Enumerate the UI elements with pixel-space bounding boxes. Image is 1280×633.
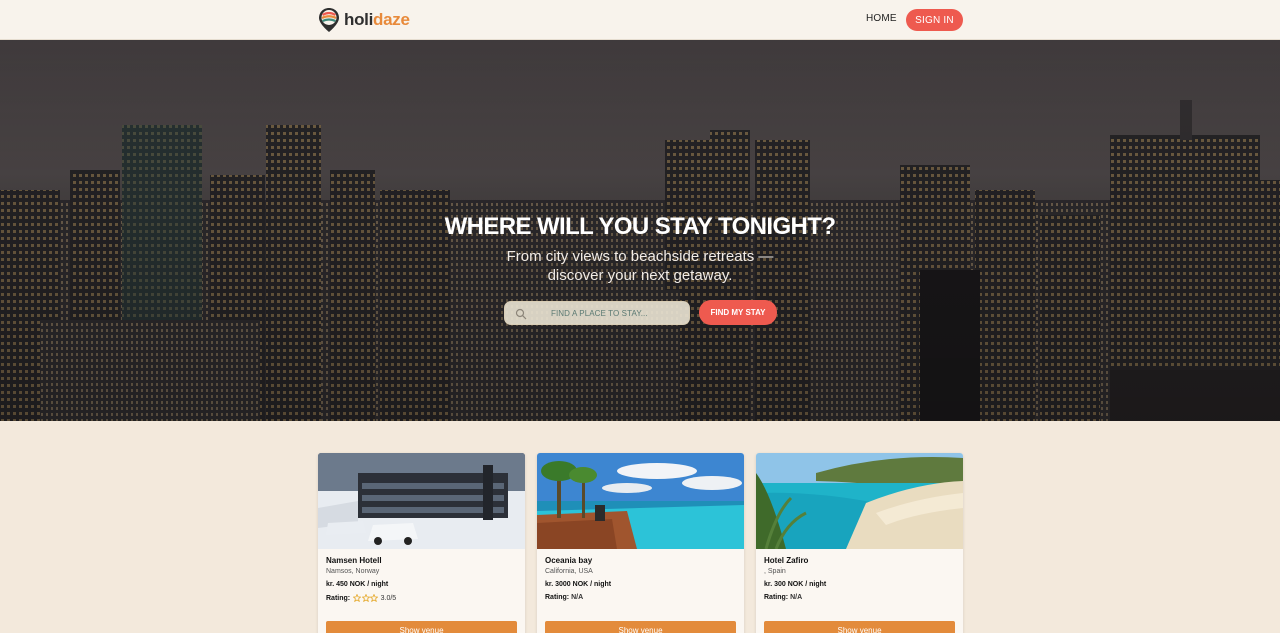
venue-location: Namsos, Norway bbox=[326, 568, 380, 575]
venue-image-oceania bbox=[537, 453, 744, 549]
find-my-stay-button[interactable]: FIND MY STAY bbox=[699, 300, 777, 325]
show-venue-button[interactable]: Show venue bbox=[545, 621, 736, 633]
logo[interactable]: holidaze bbox=[318, 7, 410, 33]
search-input[interactable] bbox=[505, 302, 689, 324]
logo-pin-icon bbox=[319, 8, 339, 32]
search-bar bbox=[504, 301, 690, 325]
hero-title: WHERE WILL YOU STAY TONIGHT? bbox=[444, 213, 836, 240]
venue-image-namsen bbox=[318, 453, 525, 549]
show-venue-button[interactable]: Show venue bbox=[326, 621, 517, 633]
venue-name: Oceania bay bbox=[545, 556, 593, 565]
site-header: holidaze HOME SIGN IN bbox=[0, 0, 1280, 40]
venue-location: California, USA bbox=[545, 568, 593, 575]
show-venue-button[interactable]: Show venue bbox=[764, 621, 955, 633]
venue-card[interactable]: Hotel Zafiro , Spain kr. 300 NOK / night… bbox=[756, 453, 963, 633]
venue-list: Namsen Hotell Namsos, Norway kr. 450 NOK… bbox=[318, 453, 963, 633]
hero-subtitle-line-1: From city views to beachside retreats — bbox=[506, 248, 774, 265]
hero-section: WHERE WILL YOU STAY TONIGHT? From city v… bbox=[0, 40, 1280, 421]
venue-price: kr. 300 NOK / night bbox=[764, 581, 827, 588]
venue-rating: Rating: N/A bbox=[764, 594, 955, 601]
nav-home-link[interactable]: HOME bbox=[866, 13, 897, 24]
star-icon bbox=[370, 594, 379, 602]
venue-image-zafiro bbox=[756, 453, 963, 549]
venue-rating: Rating: N/A bbox=[545, 594, 736, 601]
rating-label: Rating: bbox=[326, 594, 351, 602]
venue-name: Namsen Hotell bbox=[326, 556, 382, 565]
venue-card[interactable]: Namsen Hotell Namsos, Norway kr. 450 NOK… bbox=[318, 453, 525, 633]
search-icon bbox=[515, 308, 527, 320]
rating-value: N/A bbox=[571, 594, 584, 601]
rating-label: Rating: bbox=[764, 594, 789, 601]
rating-value: 3.0/5 bbox=[380, 594, 397, 602]
star-icon bbox=[361, 594, 370, 602]
rating-stars bbox=[353, 594, 379, 602]
rating-value: N/A bbox=[790, 594, 803, 601]
venue-price: kr. 3000 NOK / night bbox=[545, 581, 612, 588]
venue-card[interactable]: Oceania bay California, USA kr. 3000 NOK… bbox=[537, 453, 744, 633]
venue-rating: Rating: 3.0/5 bbox=[326, 594, 517, 602]
star-icon bbox=[353, 594, 362, 602]
hero-subtitle-line-2: discover your next getaway. bbox=[547, 267, 733, 284]
venue-name: Hotel Zafiro bbox=[764, 556, 809, 565]
venue-location: , Spain bbox=[764, 568, 786, 575]
hero-subtitle: From city views to beachside retreats — … bbox=[0, 247, 1280, 285]
sign-in-button[interactable]: SIGN IN bbox=[906, 9, 963, 31]
venue-price: kr. 450 NOK / night bbox=[326, 581, 389, 588]
logo-text: holidaze bbox=[344, 10, 410, 29]
rating-label: Rating: bbox=[545, 594, 570, 601]
